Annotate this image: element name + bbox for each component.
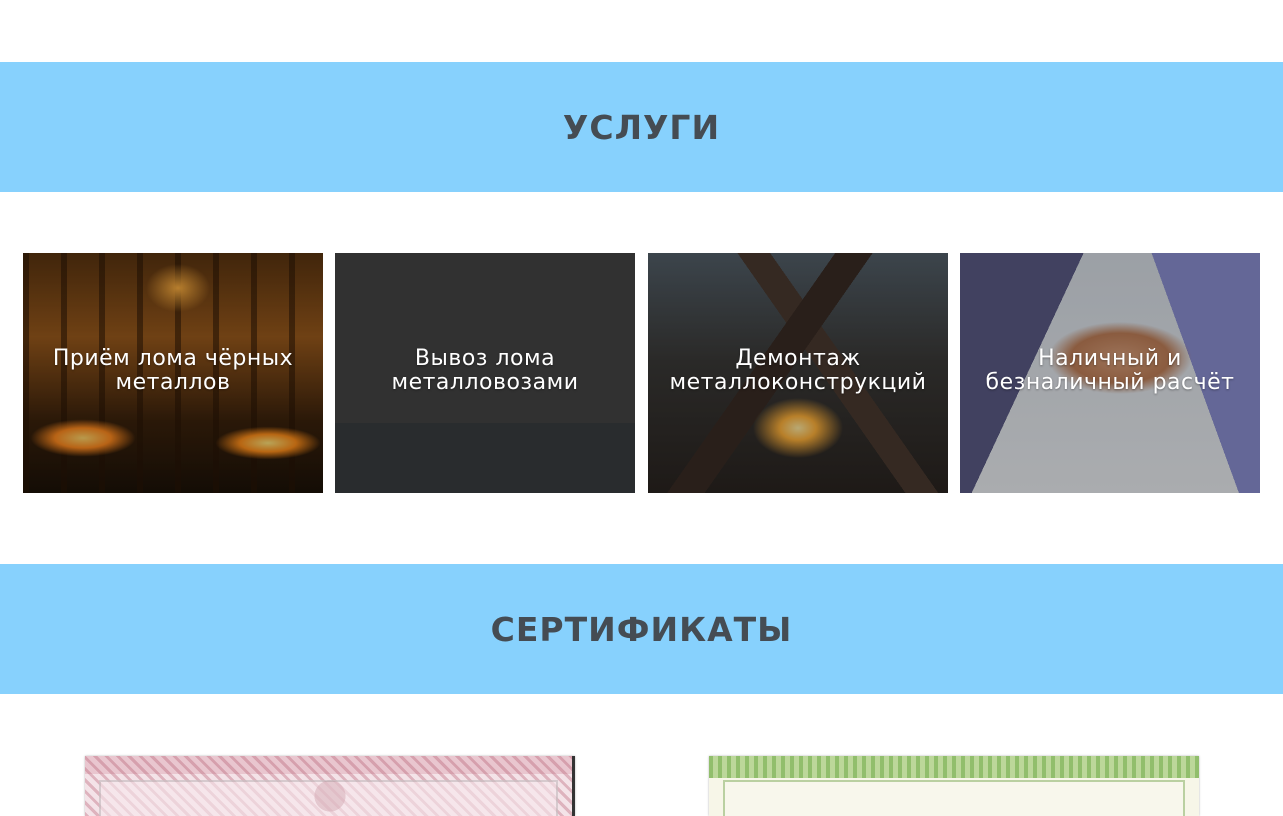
certificate-image-1[interactable] (85, 756, 575, 816)
certificates-header-band: СЕРТИФИКАТЫ (0, 564, 1283, 694)
services-heading: УСЛУГИ (562, 107, 721, 147)
services-grid: Приём лома чёрных металлов Вывоз лома ме… (23, 253, 1261, 493)
service-card-payment[interactable]: Наличный и безналичный расчёт (960, 253, 1260, 493)
certificate-image-2[interactable] (709, 756, 1199, 816)
service-card-title: Демонтаж металлоконструкций (669, 346, 927, 395)
service-card-scrap-removal[interactable]: Вывоз лома металловозами (335, 253, 635, 493)
service-card-title: Приём лома чёрных металлов (52, 346, 294, 395)
certificates-heading: СЕРТИФИКАТЫ (490, 609, 793, 649)
certificates-gallery (0, 756, 1283, 816)
service-card-title: Вывоз лома металловозами (391, 346, 579, 395)
service-card-title: Наличный и безналичный расчёт (985, 346, 1235, 395)
service-card-dismantling[interactable]: Демонтаж металлоконструкций (648, 253, 948, 493)
service-card-scrap-reception[interactable]: Приём лома чёрных металлов (23, 253, 323, 493)
services-header-band: УСЛУГИ (0, 62, 1283, 192)
